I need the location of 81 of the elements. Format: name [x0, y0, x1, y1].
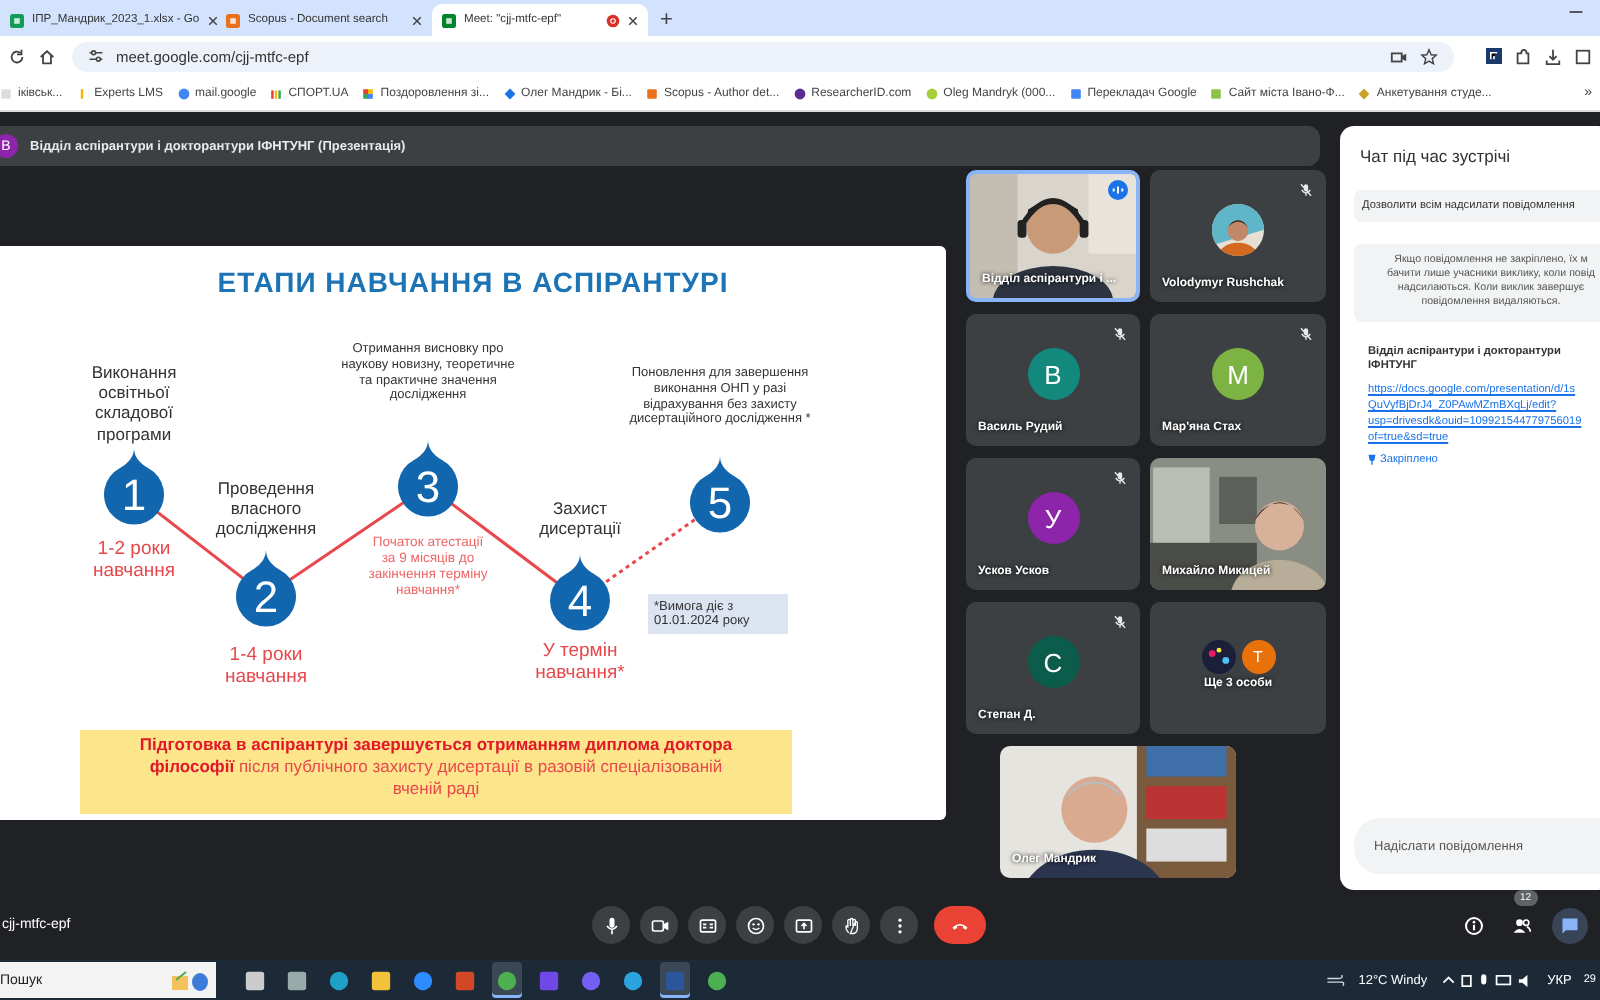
slide-title: ЕТАПИ НАВЧАННЯ В АСПІРАНТУРІ: [215, 266, 731, 298]
raised-hand-icon: [841, 915, 861, 935]
speaking-icon: [1108, 180, 1128, 200]
avatar: С: [1027, 636, 1079, 688]
stage-term: 1-4 роки навчання: [222, 644, 310, 690]
stage-number: 3: [415, 462, 441, 512]
captions-icon: [697, 915, 717, 935]
avatar: М: [1212, 348, 1264, 400]
weather-icon: [1326, 972, 1347, 988]
captions-button[interactable]: [688, 906, 726, 944]
panel-title: Чат під час зустрічі: [1360, 146, 1513, 166]
stage-number: 4: [567, 576, 593, 626]
stage-term: 1-2 роки навчання: [90, 538, 178, 584]
muted-microphone-icon: [1110, 324, 1130, 344]
drop-marker: [550, 554, 610, 631]
site-settings-icon[interactable]: [88, 48, 104, 64]
taskbar-app-icon[interactable]: [492, 962, 522, 998]
muted-microphone-icon: [1110, 468, 1130, 488]
close-icon[interactable]: [207, 15, 218, 25]
search-highlight-drawing: [170, 968, 210, 992]
bookmark-icon: [270, 87, 283, 99]
bookmark-icon: [793, 87, 806, 99]
stage-term: У термін навчання*: [533, 640, 627, 686]
muted-microphone-icon: [1110, 612, 1130, 632]
drop-marker: [690, 456, 750, 533]
more-button[interactable]: [880, 906, 918, 944]
new-tab-button[interactable]: +: [648, 4, 685, 36]
info-icon: [1464, 915, 1484, 935]
bookmark-icon: [177, 87, 190, 99]
drop-marker: [236, 550, 296, 627]
chat-button[interactable]: [1552, 907, 1588, 943]
site-icon: [226, 13, 240, 27]
camera-icon: [649, 915, 669, 935]
camera-icon[interactable]: [1390, 47, 1408, 65]
avatar: [1201, 639, 1235, 673]
stage-label: Проведення власного дослідження: [213, 478, 319, 540]
home-icon[interactable]: [38, 47, 56, 65]
stage-number: 5: [707, 478, 733, 528]
taskbar-app-icon[interactable]: [660, 962, 690, 998]
bookmark-icon: [362, 87, 375, 99]
camera-button[interactable]: [640, 906, 678, 944]
microphone-icon: [601, 915, 621, 935]
bookmark-icon: [925, 87, 938, 99]
bookmark-icon: [76, 87, 89, 99]
star-icon[interactable]: [1420, 47, 1438, 65]
bookmark-icon: [645, 87, 658, 99]
bookmark-icon: [1210, 87, 1223, 99]
window-icon[interactable]: [1574, 47, 1592, 65]
people-icon: [1512, 915, 1532, 935]
close-icon[interactable]: [628, 15, 638, 25]
close-icon[interactable]: [412, 15, 422, 25]
bookmark-icon: [1358, 87, 1371, 99]
site-icon: [10, 13, 24, 27]
hand-button[interactable]: [832, 906, 870, 944]
avatar: Т: [1241, 639, 1275, 673]
avatar: У: [1027, 492, 1079, 544]
stage-label: Захист дисертації: [537, 498, 623, 539]
extension-icon[interactable]: [1486, 48, 1502, 64]
mic-button[interactable]: [592, 906, 630, 944]
emoji-button[interactable]: [736, 906, 774, 944]
stage-number: 1: [121, 470, 147, 520]
download-icon[interactable]: [1544, 47, 1562, 65]
stage-label: Виконання освітньої складової програми: [89, 362, 179, 444]
present-button[interactable]: [784, 906, 822, 944]
emoji-icon: [745, 915, 765, 935]
avatar: В: [1027, 348, 1079, 400]
pin-icon: [1368, 453, 1376, 466]
drop-marker: [104, 448, 164, 525]
site-icon: [442, 13, 456, 27]
conclusion-banner: Підготовка в аспірантурі завершується отриманням диплома доктора філософії після публічного захисту дисертації в разовій спеціалізованій вченій раді: [80, 730, 792, 814]
chat-icon: [1560, 915, 1580, 935]
drop-marker: [398, 440, 458, 517]
hang-up-button[interactable]: [934, 906, 986, 944]
bookmark-icon: [503, 87, 515, 99]
puzzle-icon[interactable]: [1514, 47, 1532, 65]
reload-icon[interactable]: [8, 47, 26, 65]
stage-number: 2: [253, 572, 279, 622]
bookmark-icon: [1069, 87, 1082, 99]
muted-microphone-icon: [1296, 180, 1316, 200]
muted-microphone-icon: [1296, 324, 1316, 344]
screen-share-icon: [793, 915, 813, 935]
